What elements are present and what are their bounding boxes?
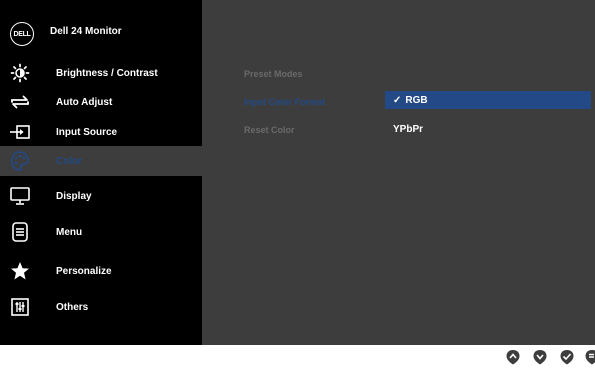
submenu-input-color-format[interactable]: Input Color Format bbox=[244, 97, 325, 107]
menu-item-brightness-contrast[interactable]: Brightness / Contrast bbox=[0, 58, 202, 88]
menu-item-menu[interactable]: Menu bbox=[0, 217, 202, 247]
menu-item-color[interactable]: Color bbox=[0, 146, 202, 176]
monitor-model-title: Dell 24 Monitor bbox=[50, 26, 122, 37]
star-icon bbox=[8, 260, 32, 282]
back-icon[interactable] bbox=[584, 349, 595, 365]
menu-item-display[interactable]: Display bbox=[0, 181, 202, 211]
monitor-osd: DELL Dell 24 Monitor Brightness / Contra… bbox=[0, 0, 595, 345]
down-arrow-icon[interactable] bbox=[532, 349, 548, 365]
option-rgb[interactable]: ✓ RGB bbox=[385, 91, 591, 109]
display-icon bbox=[8, 185, 32, 207]
menu-label: Others bbox=[56, 301, 89, 313]
osd-content-panel: Preset Modes Input Color Format Reset Co… bbox=[202, 0, 595, 345]
menu-item-auto-adjust[interactable]: Auto Adjust bbox=[0, 87, 202, 117]
menu-item-others[interactable]: Others bbox=[0, 292, 202, 322]
option-label: RGB bbox=[405, 94, 428, 106]
menu-label: Menu bbox=[56, 226, 83, 238]
submenu-reset-color[interactable]: Reset Color bbox=[244, 125, 295, 135]
option-label: YPbPr bbox=[393, 123, 424, 135]
input-source-icon bbox=[8, 121, 32, 143]
others-icon bbox=[8, 296, 32, 318]
menu-label: Auto Adjust bbox=[56, 96, 113, 108]
menu-icon bbox=[8, 221, 32, 243]
check-icon: ✓ bbox=[393, 94, 402, 106]
menu-item-personalize[interactable]: Personalize bbox=[0, 256, 202, 286]
osd-button-bar bbox=[0, 345, 595, 369]
dell-logo: DELL bbox=[10, 22, 34, 46]
osd-header: DELL Dell 24 Monitor bbox=[0, 0, 202, 62]
brightness-icon bbox=[8, 62, 32, 84]
menu-label: Input Source bbox=[56, 126, 118, 138]
option-ypbpr[interactable]: YPbPr bbox=[385, 120, 591, 138]
submenu-preset-modes[interactable]: Preset Modes bbox=[244, 69, 303, 79]
osd-sidebar: DELL Dell 24 Monitor Brightness / Contra… bbox=[0, 0, 202, 345]
ok-check-icon[interactable] bbox=[559, 349, 575, 365]
auto-adjust-icon bbox=[8, 91, 32, 113]
up-arrow-icon[interactable] bbox=[505, 349, 521, 365]
menu-label: Display bbox=[56, 190, 92, 202]
menu-item-input-source[interactable]: Input Source bbox=[0, 117, 202, 147]
menu-label: Color bbox=[56, 155, 83, 167]
menu-label: Personalize bbox=[56, 265, 112, 277]
menu-label: Brightness / Contrast bbox=[56, 67, 158, 79]
color-palette-icon bbox=[8, 150, 32, 172]
